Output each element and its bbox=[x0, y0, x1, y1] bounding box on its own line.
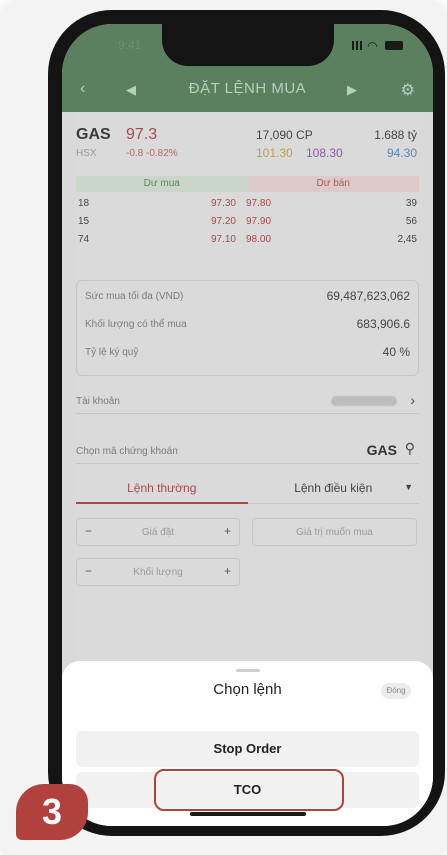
value-placeholder: Giá trị muốn mua bbox=[296, 527, 373, 538]
tutorial-card: ‹ ◀ ĐẶT LỆNH MUA ▶ ⚙ 9:41 ◠ GAS HSX 97.3… bbox=[0, 0, 447, 855]
quantity-stepper[interactable]: − Khối lượng + bbox=[76, 558, 240, 586]
status-bar: 9:41 ◠ bbox=[62, 24, 433, 66]
ceiling-price: 108.30 bbox=[306, 146, 343, 160]
buy-qty: 18 bbox=[78, 198, 90, 209]
signal-icon bbox=[351, 41, 362, 51]
orderbook-header: Dư mua Dư bán bbox=[76, 176, 419, 192]
sell-qty: 56 bbox=[405, 216, 417, 227]
account-label: Tài khoản bbox=[76, 396, 120, 407]
phone-frame: ‹ ◀ ĐẶT LỆNH MUA ▶ ⚙ 9:41 ◠ GAS HSX 97.3… bbox=[48, 10, 445, 836]
page-title: ĐẶT LỆNH MUA bbox=[188, 80, 307, 97]
buying-power-box: Sức mua tối đa (VND) 69,487,623,062 Khối… bbox=[76, 280, 419, 376]
close-button[interactable]: Đóng bbox=[381, 683, 411, 699]
nav-bar: ‹ ◀ ĐẶT LỆNH MUA ▶ ⚙ bbox=[62, 76, 433, 106]
buy-qty: 74 bbox=[78, 234, 90, 245]
price-placeholder: Giá đặt bbox=[141, 527, 175, 538]
status-time: 9:41 bbox=[118, 38, 142, 52]
stock-exchange: HSX bbox=[76, 148, 97, 159]
sell-qty: 2,45 bbox=[397, 234, 417, 245]
plus-icon[interactable]: + bbox=[224, 524, 231, 538]
plus-icon[interactable]: + bbox=[224, 564, 231, 578]
stock-price: 97.3 bbox=[126, 126, 158, 143]
order-type-sheet: Chọn lệnh Đóng Stop Order TCO bbox=[62, 661, 433, 826]
gear-icon[interactable]: ⚙ bbox=[401, 80, 415, 100]
info-value: 69,487,623,062 bbox=[326, 289, 410, 303]
ref-price: 101.30 bbox=[256, 146, 293, 160]
stock-value: 1.688 tỷ bbox=[374, 128, 417, 142]
search-icon[interactable]: ⚲ bbox=[405, 440, 415, 457]
info-row: Khối lượng có thể mua 683,906.6 bbox=[77, 313, 418, 337]
info-value: 683,906.6 bbox=[356, 317, 410, 331]
value-field[interactable]: Giá trị muốn mua bbox=[252, 518, 417, 546]
stock-change: -0.8 -0.82% bbox=[126, 148, 178, 159]
caret-down-icon[interactable]: ▼ bbox=[404, 482, 413, 492]
orderbook-row: 15 97.20 97.90 56 bbox=[76, 214, 419, 232]
tab-normal-order[interactable]: Lệnh thường bbox=[76, 474, 248, 504]
symbol-picker[interactable]: Chọn mã chứng khoán GAS ⚲ bbox=[76, 438, 419, 464]
option-stop-order[interactable]: Stop Order bbox=[76, 731, 419, 767]
sell-header: Dư bán bbox=[247, 176, 419, 192]
account-number-masked bbox=[331, 396, 397, 406]
account-selector[interactable]: Tài khoản › bbox=[76, 390, 419, 414]
step-number-badge: 3 bbox=[16, 784, 88, 840]
stock-summary: GAS HSX 97.3 -0.8 -0.82% 17,090 CP 1.688… bbox=[76, 126, 419, 166]
info-label: Tỷ lệ ký quỹ bbox=[85, 347, 139, 358]
info-row: Sức mua tối đa (VND) 69,487,623,062 bbox=[77, 285, 418, 309]
stock-volume: 17,090 CP bbox=[256, 128, 313, 142]
symbol-picker-value: GAS bbox=[366, 442, 397, 458]
info-row: Tỷ lệ ký quỹ 40 % bbox=[77, 341, 418, 365]
home-indicator bbox=[190, 812, 306, 816]
next-symbol-icon[interactable]: ▶ bbox=[347, 82, 357, 98]
orderbook-row: 74 97.10 98.00 2,45 bbox=[76, 232, 419, 250]
floor-price: 94.30 bbox=[386, 146, 417, 160]
buy-price[interactable]: 97.30 bbox=[186, 198, 236, 209]
sheet-handle[interactable] bbox=[236, 669, 260, 672]
orderbook: 18 97.30 97.80 39 15 97.20 97.90 56 74 9… bbox=[76, 196, 419, 250]
orderbook-row: 18 97.30 97.80 39 bbox=[76, 196, 419, 214]
sell-price[interactable]: 98.00 bbox=[246, 234, 271, 245]
phone-screen: ‹ ◀ ĐẶT LỆNH MUA ▶ ⚙ 9:41 ◠ GAS HSX 97.3… bbox=[62, 24, 433, 826]
buy-qty: 15 bbox=[78, 216, 90, 227]
sell-qty: 39 bbox=[405, 198, 417, 209]
symbol-picker-label: Chọn mã chứng khoán bbox=[76, 446, 178, 457]
stock-symbol: GAS bbox=[76, 126, 111, 143]
info-value: 40 % bbox=[382, 345, 410, 359]
sell-price[interactable]: 97.80 bbox=[246, 198, 271, 209]
sheet-title: Chọn lệnh bbox=[213, 681, 282, 698]
quantity-placeholder: Khối lượng bbox=[133, 567, 183, 578]
option-tco[interactable]: TCO bbox=[76, 772, 419, 808]
tab-conditional-order[interactable]: Lệnh điều kiện bbox=[247, 474, 419, 504]
buy-price[interactable]: 97.10 bbox=[186, 234, 236, 245]
buy-price[interactable]: 97.20 bbox=[186, 216, 236, 227]
sell-price[interactable]: 97.90 bbox=[246, 216, 271, 227]
buy-header: Dư mua bbox=[76, 176, 248, 192]
info-label: Sức mua tối đa (VND) bbox=[85, 291, 184, 302]
info-label: Khối lượng có thể mua bbox=[85, 319, 187, 330]
battery-icon bbox=[385, 41, 403, 51]
price-stepper[interactable]: − Giá đặt + bbox=[76, 518, 240, 546]
wifi-icon: ◠ bbox=[367, 38, 380, 53]
status-icons: ◠ bbox=[351, 38, 403, 53]
order-type-tabs: Lệnh thường Lệnh điều kiện ▼ bbox=[76, 474, 419, 504]
chevron-right-icon: › bbox=[410, 392, 415, 408]
